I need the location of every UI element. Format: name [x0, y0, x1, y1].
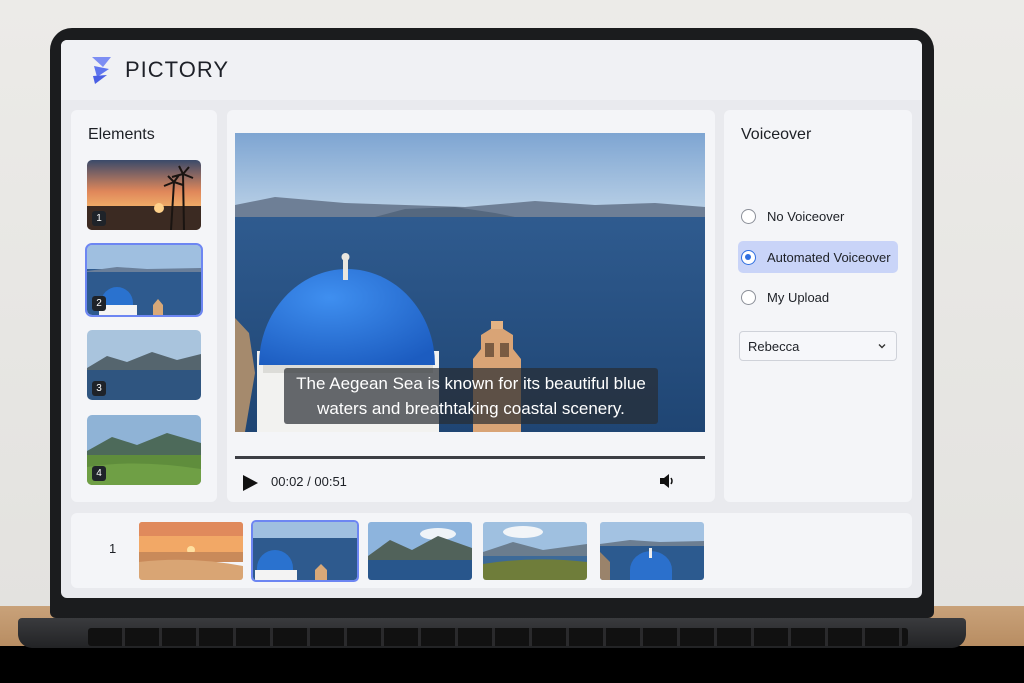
caption-line-1: The Aegean Sea is known for its beautifu…: [296, 374, 646, 393]
video-preview[interactable]: The Aegean Sea is known for its beautifu…: [235, 133, 705, 432]
brand-name: PICTORY: [125, 57, 229, 82]
element-number: 4: [92, 466, 106, 481]
hillside-sea-image: [483, 522, 587, 580]
logo[interactable]: PICTORY: [89, 55, 229, 85]
option-no-voiceover[interactable]: No Voiceover: [738, 200, 898, 232]
radio-button[interactable]: [741, 289, 756, 305]
voice-select-value: Rebecca: [748, 338, 800, 354]
top-bar: PICTORY: [61, 40, 922, 100]
dome-and-bay-image: [600, 522, 704, 580]
timeline-thumb-2[interactable]: [251, 520, 359, 582]
blue-dome-image: [253, 522, 357, 580]
video-player-panel: The Aegean Sea is known for its beautifu…: [227, 110, 715, 502]
elements-panel: Elements 1 2 3 4: [71, 110, 217, 502]
playback-time: 00:02 / 00:51: [271, 474, 347, 489]
voiceover-panel: Voiceover No Voiceover Automated Voiceov…: [724, 110, 912, 502]
bottom-band: [0, 646, 1024, 683]
element-thumb-2[interactable]: 2: [85, 243, 203, 317]
elements-title: Elements: [88, 126, 155, 143]
radio-button-selected[interactable]: [741, 249, 756, 265]
voice-select[interactable]: Rebecca: [739, 331, 897, 361]
timeline-strip: 1: [71, 513, 912, 588]
option-label: My Upload: [767, 289, 830, 305]
pictory-logo-icon: [92, 57, 111, 84]
option-label: Automated Voiceover: [767, 249, 891, 265]
option-my-upload[interactable]: My Upload: [738, 281, 898, 313]
chevron-down-icon: [878, 344, 886, 349]
keyboard: [88, 628, 908, 646]
app-window: PICTORY Elements 1 2 3 4 The Aegean Sea …: [61, 40, 922, 598]
timeline-thumb-1[interactable]: [139, 522, 243, 580]
voiceover-title: Voiceover: [741, 126, 812, 143]
element-thumb-4[interactable]: 4: [87, 415, 201, 485]
caption-line-2: waters and breathtaking coastal scenery.: [317, 399, 625, 418]
coastal-mountains-image: [368, 522, 472, 580]
timeline-thumb-3[interactable]: [368, 522, 472, 580]
timeline-thumb-5[interactable]: [600, 522, 704, 580]
volume-icon[interactable]: [658, 472, 676, 490]
option-automated-voiceover[interactable]: Automated Voiceover: [738, 241, 898, 273]
element-thumb-3[interactable]: 3: [87, 330, 201, 400]
element-number: 3: [92, 381, 106, 396]
beach-sunset-image: [139, 522, 243, 580]
element-number: 1: [92, 211, 106, 226]
timeline-scene-number: 1: [109, 541, 117, 556]
element-thumb-1[interactable]: 1: [87, 160, 201, 230]
timeline-thumb-4[interactable]: [483, 522, 587, 580]
play-icon[interactable]: [241, 474, 259, 492]
radio-button[interactable]: [741, 208, 756, 224]
option-label: No Voiceover: [767, 208, 845, 224]
video-caption: The Aegean Sea is known for its beautifu…: [284, 368, 658, 424]
element-number: 2: [92, 296, 106, 311]
progress-bar[interactable]: [235, 456, 705, 459]
